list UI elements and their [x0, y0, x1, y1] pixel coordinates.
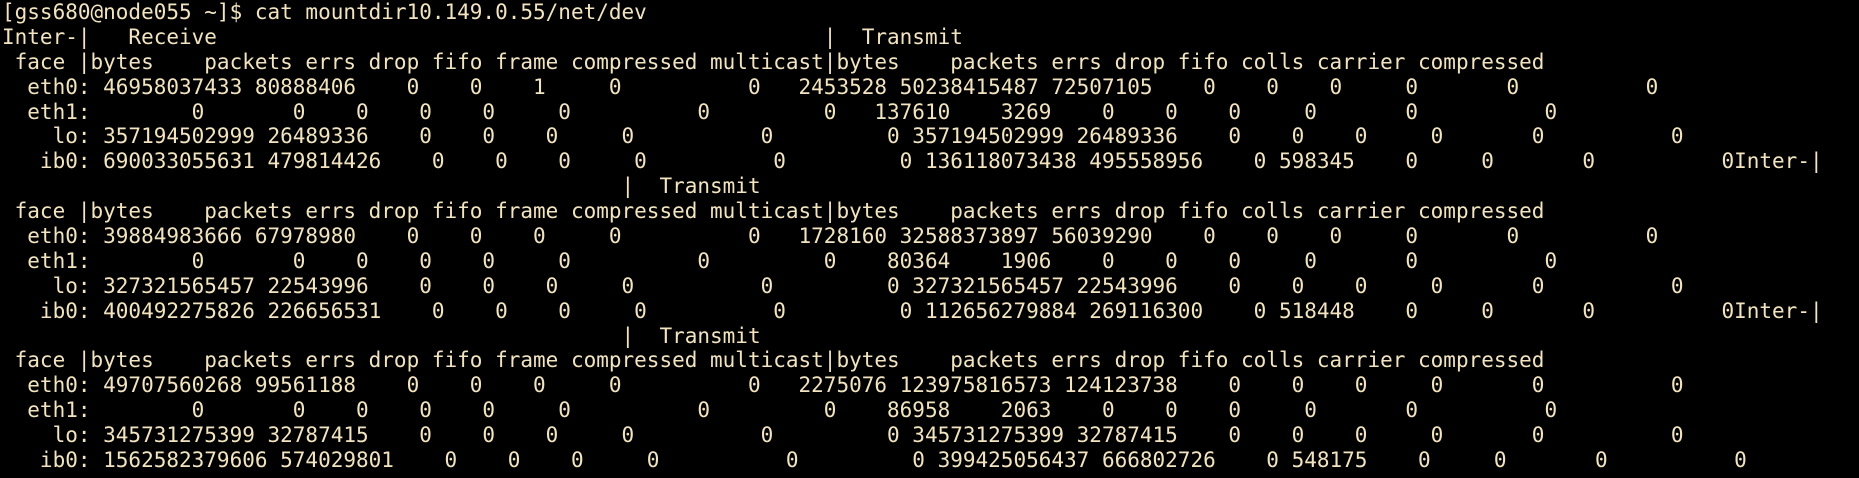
header-line: | Transmit [2, 323, 761, 348]
header-line: face |bytes packets errs drop fifo frame… [2, 348, 1545, 373]
interface-row: eth0: 46958037433 80888406 0 0 1 0 0 245… [2, 74, 1659, 99]
interface-row: lo: 327321565457 22543996 0 0 0 0 0 0 32… [2, 273, 1684, 298]
interface-row: eth1: 0 0 0 0 0 0 0 0 86958 2063 0 0 0 0… [2, 398, 1558, 423]
interface-row: lo: 357194502999 26489336 0 0 0 0 0 0 35… [2, 124, 1684, 149]
interface-row: ib0: 690033055631 479814426 0 0 0 0 0 0 … [2, 149, 1859, 174]
header-line: Inter-| Receive | Transmit [2, 24, 963, 49]
header-line: | Transmit [2, 174, 761, 199]
interface-row: eth0: 39884983666 67978980 0 0 0 0 0 172… [2, 224, 1659, 249]
interface-row: eth1: 0 0 0 0 0 0 0 0 80364 1906 0 0 0 0… [2, 248, 1558, 273]
header-line: face |bytes packets errs drop fifo frame… [2, 49, 1545, 74]
terminal-window[interactable]: [gss680@node055 ~]$ cat mountdir10.149.0… [0, 0, 1859, 478]
interface-row: lo: 345731275399 32787415 0 0 0 0 0 0 34… [2, 423, 1684, 448]
header-line: face |bytes packets errs drop fifo frame… [2, 199, 1545, 224]
interface-row: eth0: 49707560268 99561188 0 0 0 0 0 227… [2, 373, 1684, 398]
interface-row: eth1: 0 0 0 0 0 0 0 0 137610 3269 0 0 0 … [2, 99, 1558, 124]
prompt-line: [gss680@node055 ~]$ cat mountdir10.149.0… [2, 0, 647, 24]
interface-row: ib0: 400492275826 226656531 0 0 0 0 0 0 … [2, 298, 1859, 323]
terminal-output: [gss680@node055 ~]$ cat mountdir10.149.0… [0, 0, 1859, 473]
interface-row: ib0: 1562582379606 574029801 0 0 0 0 0 0… [2, 448, 1747, 473]
